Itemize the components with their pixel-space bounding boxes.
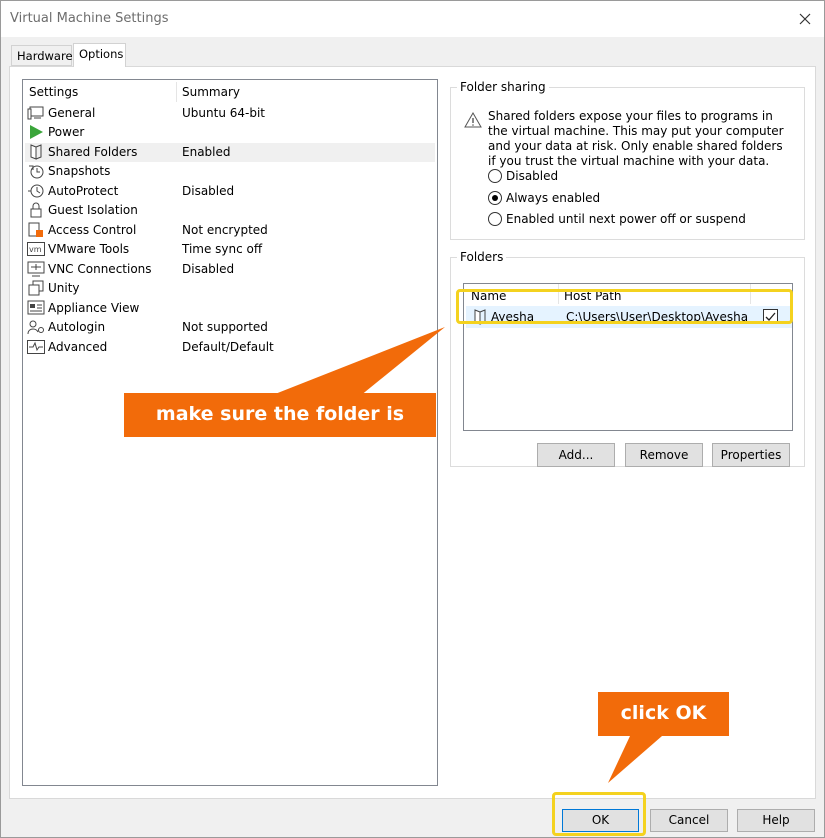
setting-name: Unity bbox=[48, 281, 80, 295]
ok-button-highlight bbox=[552, 792, 646, 836]
setting-name: Appliance View bbox=[48, 301, 140, 315]
column-divider bbox=[176, 82, 177, 102]
settings-row-unity[interactable]: Unity bbox=[25, 279, 435, 298]
radio-button[interactable] bbox=[488, 191, 502, 205]
title-bar: Virtual Machine Settings bbox=[1, 1, 824, 37]
settings-row-appliance-view[interactable]: Appliance View bbox=[25, 299, 435, 318]
radio-label: Always enabled bbox=[506, 191, 601, 205]
shared-folder-icon bbox=[27, 144, 45, 160]
setting-summary: Enabled bbox=[182, 145, 231, 159]
folder-row-highlight bbox=[456, 289, 793, 324]
tab-options[interactable]: Options bbox=[73, 43, 126, 67]
settings-row-vmware-tools[interactable]: vm VMware Tools Time sync off bbox=[25, 240, 435, 259]
help-button[interactable]: Help bbox=[737, 809, 815, 832]
folders-title: Folders bbox=[457, 250, 507, 264]
setting-name: AutoProtect bbox=[48, 184, 119, 198]
setting-name: Guest Isolation bbox=[48, 203, 138, 217]
folder-sharing-title: Folder sharing bbox=[457, 80, 549, 94]
vnc-icon bbox=[27, 261, 45, 277]
setting-name: Advanced bbox=[48, 340, 108, 354]
ok-callout: click OK bbox=[598, 692, 729, 736]
tab-hardware[interactable]: Hardware bbox=[11, 45, 73, 66]
cancel-button[interactable]: Cancel bbox=[650, 809, 728, 832]
access-control-icon bbox=[27, 222, 45, 238]
setting-summary: Time sync off bbox=[182, 242, 263, 256]
setting-summary: Not supported bbox=[182, 320, 268, 334]
settings-row-advanced[interactable]: Advanced Default/Default bbox=[25, 338, 435, 357]
settings-row-vnc-connections[interactable]: VNC Connections Disabled bbox=[25, 260, 435, 279]
radio-label: Disabled bbox=[506, 169, 559, 183]
settings-row-general[interactable]: General Ubuntu 64-bit bbox=[25, 104, 435, 123]
appliance-icon bbox=[27, 300, 45, 316]
setting-summary: Default/Default bbox=[182, 340, 274, 354]
settings-row-autoprotect[interactable]: AutoProtect Disabled bbox=[25, 182, 435, 201]
close-icon[interactable] bbox=[792, 6, 818, 32]
warning-icon bbox=[464, 111, 482, 128]
unity-icon bbox=[27, 280, 45, 296]
add-folder-button[interactable]: Add... bbox=[537, 443, 615, 467]
folder-callout: make sure the folder is added bbox=[124, 393, 436, 468]
setting-name: Power bbox=[48, 125, 85, 139]
folder-sharing-group: Folder sharing Shared folders expose you… bbox=[450, 80, 805, 240]
settings-row-snapshots[interactable]: Snapshots bbox=[25, 162, 435, 181]
autoprotect-icon bbox=[27, 183, 45, 199]
setting-name: VNC Connections bbox=[48, 262, 152, 276]
snapshot-clock-icon bbox=[27, 163, 45, 179]
setting-summary: Ubuntu 64-bit bbox=[182, 106, 265, 120]
setting-summary: Not encrypted bbox=[182, 223, 268, 237]
setting-name: Shared Folders bbox=[48, 145, 138, 159]
setting-name: General bbox=[48, 106, 96, 120]
setting-name: Snapshots bbox=[48, 164, 111, 178]
svg-text:vm: vm bbox=[29, 245, 42, 254]
settings-row-shared-folders[interactable]: Shared Folders Enabled bbox=[25, 143, 435, 162]
radio-label: Enabled until next power off or suspend bbox=[506, 212, 746, 226]
settings-row-access-control[interactable]: Access Control Not encrypted bbox=[25, 221, 435, 240]
autologin-icon bbox=[27, 319, 45, 335]
setting-summary: Disabled bbox=[182, 184, 235, 198]
radio-button[interactable] bbox=[488, 212, 502, 226]
setting-name: Access Control bbox=[48, 223, 137, 237]
summary-column-header[interactable]: Summary bbox=[182, 85, 240, 99]
remove-folder-button[interactable]: Remove bbox=[625, 443, 703, 467]
settings-column-header[interactable]: Settings bbox=[29, 85, 78, 99]
vm-icon: vm bbox=[27, 241, 45, 257]
settings-row-guest-isolation[interactable]: Guest Isolation bbox=[25, 201, 435, 220]
setting-name: VMware Tools bbox=[48, 242, 130, 256]
sharing-warning-text: Shared folders expose your files to prog… bbox=[488, 109, 784, 168]
setting-name: Autologin bbox=[48, 320, 106, 334]
lock-icon bbox=[27, 202, 45, 218]
properties-button[interactable]: Properties bbox=[712, 443, 790, 467]
play-icon bbox=[27, 124, 45, 140]
window-title: Virtual Machine Settings bbox=[10, 11, 169, 26]
monitor-icon bbox=[27, 105, 45, 121]
pulse-icon bbox=[27, 339, 45, 355]
setting-summary: Disabled bbox=[182, 262, 235, 276]
radio-button[interactable] bbox=[488, 169, 502, 183]
settings-row-autologin[interactable]: Autologin Not supported bbox=[25, 318, 435, 337]
settings-row-power[interactable]: Power bbox=[25, 123, 435, 142]
